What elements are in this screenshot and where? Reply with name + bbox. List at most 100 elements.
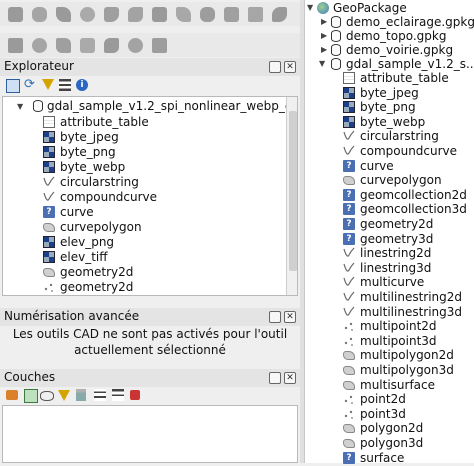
unknown-geometry-icon: ?	[343, 232, 355, 245]
shape-icon[interactable]	[56, 7, 71, 22]
close-dock-button[interactable]: ✕	[284, 372, 296, 384]
reshape-icon[interactable]	[152, 7, 167, 22]
collapse-all-icon[interactable]	[112, 389, 124, 401]
curve-icon	[43, 176, 55, 188]
digitizing-dock-header: Numérisation avancée ✕	[0, 308, 300, 326]
scroll-thumb[interactable]	[289, 111, 297, 271]
browser-tree-panel: ▼ GeoPackage ▶ demo_eclairage.gpkg ▶ demo_t…	[304, 0, 474, 465]
collapse-all-icon[interactable]	[59, 79, 71, 91]
node-tool-icon[interactable]	[32, 7, 47, 22]
offset-icon[interactable]	[176, 7, 191, 22]
split-icon[interactable]	[104, 7, 119, 22]
expand-all-icon[interactable]	[94, 389, 106, 401]
filter-expression-icon[interactable]	[76, 389, 86, 401]
delete-ring-icon[interactable]	[272, 7, 287, 22]
float-dock-button[interactable]	[269, 372, 281, 384]
vertex-icon[interactable]	[32, 38, 47, 53]
layer-label: multipolygon2d	[360, 348, 454, 363]
move-feature-icon[interactable]	[56, 38, 71, 53]
polygon-icon	[43, 223, 55, 232]
layer-label: multipoint2d	[360, 319, 437, 334]
add-group-icon[interactable]	[24, 389, 38, 403]
layer-label: curvepolygon	[360, 173, 442, 188]
layer-label: multilinestring2d	[360, 290, 463, 304]
explorer-item-label: curvepolygon	[60, 220, 142, 234]
point-icon	[343, 408, 355, 420]
polygon-icon	[343, 424, 355, 434]
layers-tree	[2, 405, 298, 463]
digitize-icon[interactable]	[8, 7, 23, 22]
explorer-item-label: curve	[60, 205, 94, 219]
explorer-item-label: byte_webp	[60, 160, 126, 174]
filter-icon[interactable]	[42, 79, 54, 90]
float-dock-button[interactable]	[269, 311, 281, 323]
unknown-geometry-icon: ?	[343, 218, 355, 230]
curve-icon	[343, 306, 355, 318]
digitizing-message: Les outils CAD ne sont pas activés pour …	[0, 326, 300, 358]
curve-icon	[343, 262, 355, 274]
raster-icon	[343, 115, 355, 128]
geopackage-icon	[331, 58, 341, 70]
explorer-vertical-scrollbar[interactable]	[286, 97, 297, 295]
layer-label: curve	[360, 158, 394, 173]
table-icon	[343, 72, 355, 84]
properties-icon[interactable]: i	[76, 79, 88, 91]
float-dock-button[interactable]	[269, 61, 281, 73]
expand-arrow-icon[interactable]: ▼	[17, 99, 23, 114]
remove-layer-icon[interactable]	[130, 390, 140, 400]
add-part-icon[interactable]	[152, 38, 167, 53]
filter-icon[interactable]	[58, 390, 70, 401]
explorer-item-label: circularstring	[60, 175, 139, 189]
point-icon	[343, 393, 355, 405]
unknown-geometry-icon: ?	[343, 188, 355, 201]
add-layer-icon[interactable]	[6, 79, 20, 93]
expand-arrow-icon[interactable]: ▼	[319, 56, 325, 72]
layer-label: linestring2d	[360, 246, 432, 261]
style-icon[interactable]	[6, 390, 18, 400]
polygon-icon	[343, 366, 355, 375]
copy-move-icon[interactable]	[80, 38, 95, 53]
point-icon	[343, 320, 355, 332]
digitizing-toolbar-2	[0, 33, 300, 57]
circle-tool-icon[interactable]	[80, 7, 95, 22]
expand-arrow-icon[interactable]: ▼	[307, 0, 313, 16]
layer-label: multisurface	[360, 377, 436, 392]
trim-extend-icon[interactable]	[128, 38, 143, 53]
explorer-item-label: elev_png	[60, 235, 115, 249]
geopackage-globe-icon	[317, 2, 329, 14]
layer-label: point3d	[360, 406, 406, 421]
unknown-geometry-icon: ?	[343, 451, 355, 464]
raster-icon	[43, 146, 55, 158]
layer-label: geometry3d	[360, 231, 434, 246]
explorer-root-label: gdal_sample_v1.2_spi_nonlinear_webp_elev…	[47, 99, 297, 113]
select-icon[interactable]	[8, 38, 23, 53]
merge-icon[interactable]	[128, 7, 143, 22]
geopackage-icon	[331, 44, 341, 56]
layer-label: point2d	[360, 392, 406, 407]
close-dock-button[interactable]: ✕	[284, 311, 296, 323]
layers-toolbar	[0, 387, 300, 405]
table-icon	[43, 116, 55, 128]
layer-label: compoundcurve	[360, 144, 458, 158]
curve-icon	[343, 276, 355, 288]
layer-label: multipolygon3d	[360, 363, 454, 377]
polygon-icon	[343, 176, 355, 186]
split-parts-icon[interactable]	[104, 38, 119, 53]
layer-label: polygon2d	[360, 421, 424, 436]
point-icon	[343, 335, 355, 347]
layer-label: geometry2d	[360, 217, 434, 231]
explorer-tree: ▼ gdal_sample_v1.2_spi_nonlinear_webp_el…	[2, 96, 298, 296]
rotate-icon[interactable]	[200, 7, 215, 22]
simplify-icon[interactable]	[224, 7, 239, 22]
refresh-icon[interactable]: ⟳	[24, 77, 35, 92]
curve-icon	[343, 130, 355, 142]
layer-label: multicurve	[360, 275, 425, 290]
fill-ring-icon[interactable]	[248, 7, 263, 22]
layer-label: byte_webp	[360, 114, 426, 129]
visibility-icon[interactable]	[40, 391, 54, 401]
close-dock-button[interactable]: ✕	[284, 61, 296, 73]
explorer-dock-header: Explorateur ✕	[0, 58, 300, 76]
curve-icon	[343, 247, 355, 259]
curve-icon	[43, 191, 55, 203]
geopackage-icon	[33, 100, 43, 112]
